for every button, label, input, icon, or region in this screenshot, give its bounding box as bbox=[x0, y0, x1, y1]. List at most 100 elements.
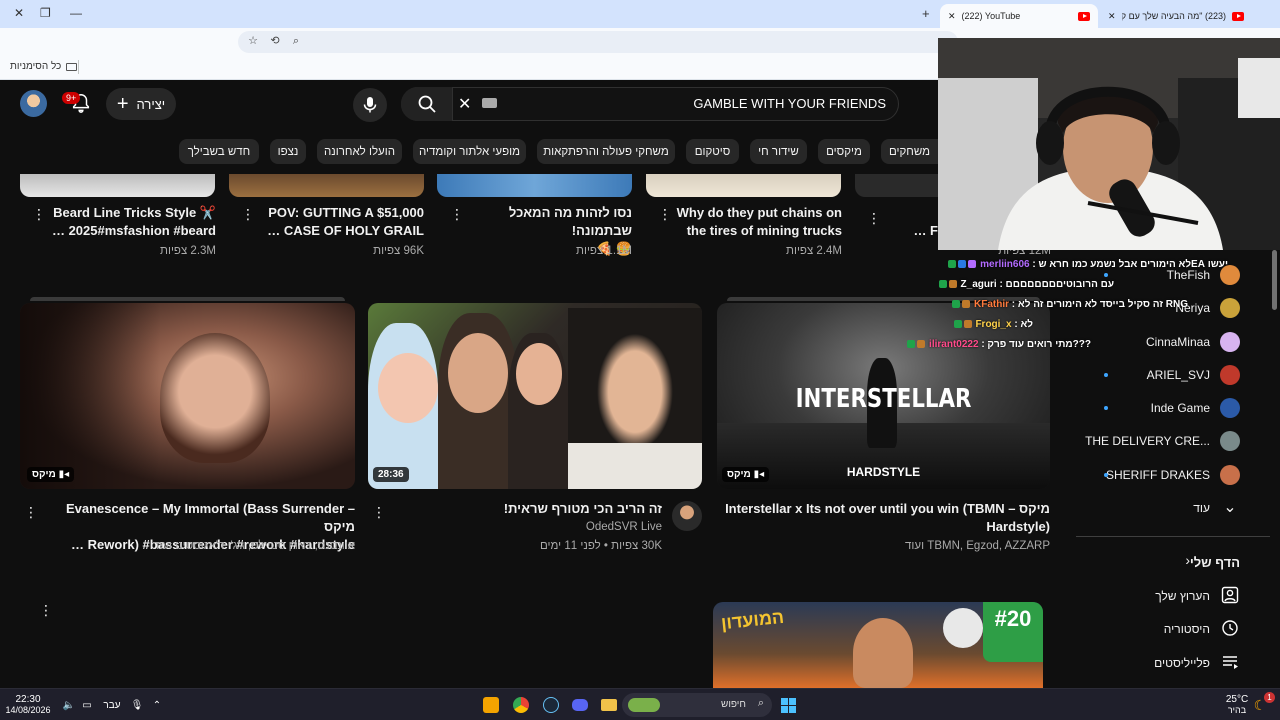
chevron-up-icon[interactable]: ⌃ bbox=[150, 694, 164, 716]
input-language[interactable]: עבר bbox=[102, 694, 122, 716]
sidebar-scrollbar[interactable] bbox=[1272, 250, 1277, 310]
sidebar-show-more[interactable]: עוד ⌄ bbox=[1080, 493, 1270, 523]
chevron-down-icon: ⌄ bbox=[1223, 499, 1237, 516]
video-title[interactable]: … F bbox=[900, 222, 938, 240]
video-thumbnail-interstellar[interactable]: INTERSTELLAR HARDSTYLE מיקס ▮◂ bbox=[717, 303, 1050, 489]
video-menu-icon[interactable]: ⋮ bbox=[450, 207, 464, 221]
video-title[interactable]: POV: GUTTING A $51,000… CASE OF HOLY GRA… bbox=[258, 204, 424, 240]
bookmark-star-icon[interactable]: ☆ bbox=[246, 34, 260, 48]
video-menu-icon[interactable]: ⋮ bbox=[24, 505, 38, 519]
search-icon bbox=[418, 95, 436, 113]
badge-icon bbox=[907, 340, 916, 349]
video-thumbnail[interactable] bbox=[646, 174, 841, 197]
chrome-icon[interactable] bbox=[510, 694, 532, 716]
close-tab-icon[interactable]: ✕ bbox=[948, 11, 956, 22]
chip-action-adventure-games[interactable]: משחקי פעולה והרפתקאות bbox=[537, 139, 675, 164]
microphone-icon[interactable]: 🎙 bbox=[130, 694, 144, 716]
voice-search-mic-icon[interactable] bbox=[353, 88, 387, 122]
live-dot bbox=[1104, 406, 1108, 410]
clock[interactable]: 22:30 14/08/2026 bbox=[5, 692, 50, 718]
badge-icon bbox=[948, 260, 957, 269]
search-placeholder: חיפוש bbox=[721, 699, 746, 710]
tab-video[interactable]: (223) "מה הבעיה שלך עם קיק" ✕ bbox=[1100, 4, 1252, 28]
video-thumbnail[interactable] bbox=[229, 174, 424, 197]
chip-live[interactable]: שידור חי bbox=[750, 139, 807, 164]
video-title[interactable]: Interstellar x Its not over until you wi… bbox=[722, 500, 1050, 536]
video-thumbnail[interactable] bbox=[855, 174, 938, 197]
volume-icon[interactable]: 🔈 bbox=[62, 694, 76, 716]
chip-sitcom[interactable]: סיטקום bbox=[686, 139, 739, 164]
keyboard-icon[interactable] bbox=[482, 98, 497, 108]
new-tab-button[interactable]: + bbox=[922, 6, 930, 21]
discord-icon[interactable] bbox=[569, 694, 591, 716]
sidebar-playlists[interactable]: פלייליסטים bbox=[1080, 648, 1270, 678]
tab-title: (222) YouTube bbox=[961, 11, 1021, 21]
sidebar-you-header[interactable]: הדף שלי › bbox=[1080, 547, 1270, 577]
chip-games[interactable]: משחקים bbox=[881, 139, 938, 164]
video-artists: אוונסנס, דארן סטיילס, ג'ג'י ד'אגוסטינו ו… bbox=[152, 540, 355, 552]
sidebar-subscription[interactable]: CinnaMinaa bbox=[1080, 327, 1270, 357]
live-dot bbox=[1104, 373, 1108, 377]
tab-title: (223) "מה הבעיה שלך עם קיק" bbox=[1121, 11, 1226, 21]
video-menu-icon[interactable]: ⋮ bbox=[241, 207, 255, 221]
account-avatar[interactable] bbox=[20, 90, 47, 117]
thumbnail-title-text: INTERSTELLAR bbox=[795, 384, 972, 414]
search-highlight-icon bbox=[628, 698, 660, 712]
badge-icon bbox=[948, 280, 957, 289]
translate-icon[interactable]: ⟲ bbox=[268, 34, 282, 48]
chip-mixes[interactable]: מיקסים bbox=[818, 139, 870, 164]
sidebar-subscription[interactable]: ARIEL_SVJ bbox=[1080, 360, 1270, 390]
video-menu-icon[interactable]: ⋮ bbox=[39, 603, 53, 617]
clock-time: 22:30 bbox=[15, 694, 41, 705]
sidebar-subscription[interactable]: SHERIFF DRAKES bbox=[1080, 460, 1270, 490]
badge-icon bbox=[953, 320, 962, 329]
video-menu-icon[interactable]: ⋮ bbox=[867, 211, 881, 225]
video-menu-icon[interactable]: ⋮ bbox=[658, 207, 672, 221]
steam-icon[interactable] bbox=[540, 694, 562, 716]
close-tab-icon[interactable]: ✕ bbox=[1108, 11, 1116, 22]
file-explorer-icon[interactable] bbox=[598, 694, 620, 716]
sidebar-your-channel[interactable]: הערוץ שלך bbox=[1080, 581, 1270, 611]
channel-avatar[interactable] bbox=[672, 501, 702, 531]
create-button[interactable]: יצירה + bbox=[106, 88, 176, 120]
all-bookmarks[interactable]: כל הסימניות bbox=[10, 61, 78, 72]
sidebar-subscription[interactable]: Inde Game bbox=[1080, 393, 1270, 423]
video-title[interactable]: Why do they put chains on the tires of mi… bbox=[674, 204, 842, 240]
video-menu-icon[interactable]: ⋮ bbox=[372, 505, 386, 519]
chip-watched[interactable]: נצפו bbox=[270, 139, 306, 164]
chevron-right-icon: › bbox=[1185, 552, 1190, 568]
restore-window-icon[interactable]: ❐ bbox=[40, 6, 51, 20]
close-window-icon[interactable]: ✕ bbox=[14, 6, 24, 20]
video-thumbnail-odedsvr[interactable]: 28:36 bbox=[368, 303, 702, 489]
sidebar-subscription[interactable]: THE DELIVERY CRE... bbox=[1080, 426, 1270, 456]
zoom-icon[interactable]: ⌕ bbox=[289, 34, 303, 48]
video-title[interactable]: Beard Line Tricks Style ✂️… 2025#msfashi… bbox=[50, 204, 216, 240]
sidebar-history[interactable]: היסטוריה bbox=[1080, 614, 1270, 644]
clear-search-icon[interactable]: ✕ bbox=[458, 94, 471, 114]
chat-message: ???מתי רואים עוד פרק : ilirant0222 bbox=[907, 339, 1091, 350]
channel-name[interactable]: OdedSVR Live bbox=[390, 521, 662, 533]
search-button[interactable] bbox=[401, 87, 453, 121]
video-title[interactable]: זה הריב הכי מטורף שראית! bbox=[390, 500, 662, 518]
temperature: 25°C bbox=[1225, 694, 1249, 705]
video-menu-icon[interactable]: ⋮ bbox=[32, 207, 46, 221]
network-icon[interactable]: ▭ bbox=[80, 694, 94, 716]
weather-widget[interactable]: 25°C בהיר bbox=[1222, 692, 1252, 718]
chip-new-to-you[interactable]: חדש בשבילך bbox=[179, 139, 259, 164]
video-thumbnail-club[interactable]: #20 המועדון bbox=[713, 602, 1043, 688]
chip-recently-uploaded[interactable]: הועלו לאחרונה bbox=[317, 139, 402, 164]
browser-tab-strip: ✕ ❐ — + (222) YouTube ✕ (223) "מה הבעיה … bbox=[0, 0, 1280, 28]
live-dot bbox=[1104, 273, 1108, 277]
channel-avatar bbox=[1220, 398, 1240, 418]
tab-youtube[interactable]: (222) YouTube ✕ bbox=[940, 4, 1098, 28]
video-thumbnail-evanescence[interactable]: מיקס ▮◂ bbox=[20, 303, 355, 489]
badge-icon bbox=[968, 260, 977, 269]
chip-improv-comedy[interactable]: מופעי אלתור וקומדיה bbox=[413, 139, 526, 164]
app-icon[interactable] bbox=[480, 694, 502, 716]
taskbar-search[interactable]: חיפוש ⌕ bbox=[622, 693, 772, 717]
minimize-window-icon[interactable]: — bbox=[70, 6, 82, 20]
address-bar[interactable]: ☆ ⟲ ⌕ bbox=[238, 31, 958, 53]
video-thumbnail[interactable] bbox=[437, 174, 632, 197]
start-windows-icon[interactable] bbox=[778, 694, 798, 716]
video-thumbnail[interactable] bbox=[20, 174, 215, 197]
